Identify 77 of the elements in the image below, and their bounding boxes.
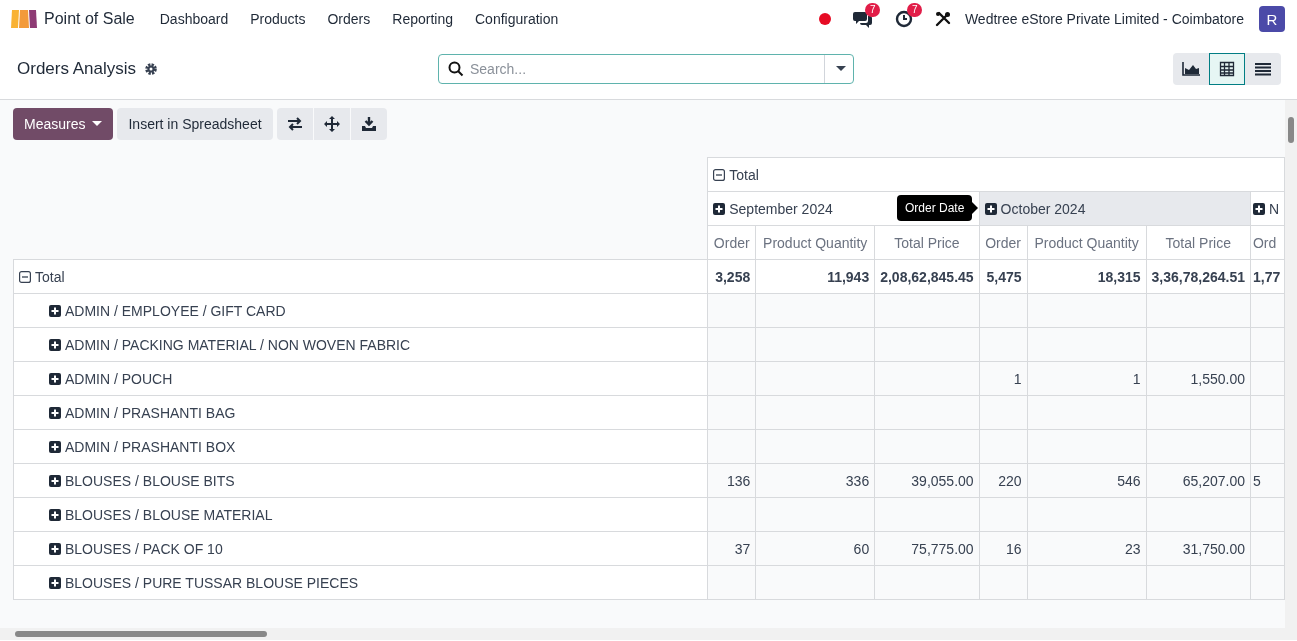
- table-cell: 3,36,78,264.51: [1146, 259, 1251, 294]
- swap-arrows-icon: [286, 117, 303, 131]
- row-header[interactable]: ADMIN / PRASHANTI BAG: [13, 395, 708, 430]
- horizontal-scrollbar[interactable]: [0, 628, 1297, 640]
- menu-item[interactable]: Dashboard: [148, 11, 240, 27]
- list-view-button[interactable]: [1245, 52, 1281, 85]
- measure-header[interactable]: Total Price: [1146, 225, 1251, 260]
- measures-button[interactable]: Measures: [13, 108, 114, 140]
- row-header[interactable]: BLOUSES / BLOUSE BITS: [13, 463, 708, 498]
- row-header[interactable]: ADMIN / PACKING MATERIAL / NON WOVEN FABRIC: [13, 327, 708, 362]
- column-header[interactable]: October 2024: [979, 191, 1251, 226]
- table-cell: 18,315: [1027, 259, 1147, 294]
- user-avatar[interactable]: R: [1259, 6, 1285, 32]
- measure-header[interactable]: Product Quantity: [1027, 225, 1147, 260]
- tooltip: Order Date: [897, 195, 979, 221]
- measure-header[interactable]: Product Quantity: [755, 225, 875, 260]
- table-cell: 75,775.00: [874, 531, 980, 566]
- table-cell: 5,475: [979, 259, 1028, 294]
- table-cell: 1,550.00: [1146, 361, 1251, 396]
- menu-item[interactable]: Orders: [316, 11, 382, 27]
- table-cell: 16: [979, 531, 1028, 566]
- table-cell: 31,750.00: [1146, 531, 1251, 566]
- row-header[interactable]: Total: [13, 259, 708, 294]
- company-name[interactable]: Wedtree eStore Private Limited - Coimbatore: [964, 11, 1244, 27]
- row-header[interactable]: ADMIN / POUCH: [13, 361, 708, 396]
- search-bar[interactable]: Search...: [438, 53, 854, 84]
- flip-axis-button[interactable]: [276, 108, 313, 140]
- table-cell: 39,055.00: [874, 463, 980, 498]
- app-name[interactable]: Point of Sale: [44, 10, 135, 28]
- menu-item[interactable]: Configuration: [464, 11, 570, 27]
- table-cell: 11,943: [755, 259, 875, 294]
- page-title: Orders Analysis: [17, 58, 137, 79]
- notification-badge: 7: [864, 3, 881, 17]
- row-header[interactable]: ADMIN / PRASHANTI BOX: [13, 429, 708, 464]
- table-cell: 220: [979, 463, 1028, 498]
- tools-icon[interactable]: [934, 11, 951, 27]
- list-icon: [1255, 61, 1271, 76]
- table-cell: 2,08,62,845.45: [874, 259, 980, 294]
- download-icon: [361, 117, 376, 131]
- table-cell: 1: [979, 361, 1028, 396]
- row-header[interactable]: BLOUSES / PACK OF 10: [13, 531, 708, 566]
- move-arrows-icon: [323, 116, 340, 132]
- table-cell: 1: [1027, 361, 1147, 396]
- insert-spreadsheet-button[interactable]: Insert in Spreadsheet: [117, 108, 273, 140]
- table-cell: 336: [755, 463, 875, 498]
- settings-icon[interactable]: [144, 61, 159, 76]
- notification-badge: 7: [906, 3, 923, 17]
- row-header[interactable]: BLOUSES / PURE TUSSAR BLOUSE PIECES: [13, 565, 708, 600]
- menu-item[interactable]: Reporting: [381, 11, 464, 27]
- table-cell: 546: [1027, 463, 1147, 498]
- measure-header[interactable]: Order: [979, 225, 1028, 260]
- pivot-view-button[interactable]: [1209, 52, 1245, 85]
- clock-icon[interactable]: [894, 10, 913, 28]
- area-chart-icon: [1182, 61, 1200, 76]
- search-input[interactable]: Search...: [470, 54, 824, 83]
- row-header[interactable]: BLOUSES / BLOUSE MATERIAL: [13, 497, 708, 532]
- graph-view-button[interactable]: [1173, 52, 1209, 85]
- logo-icon: [10, 8, 38, 30]
- measure-header[interactable]: Order: [707, 225, 756, 260]
- column-header[interactable]: Total: [707, 157, 1285, 192]
- caret-icon: [92, 121, 103, 127]
- search-icon: [448, 60, 464, 77]
- table-cell: 136: [707, 463, 756, 498]
- status-dot-icon[interactable]: [818, 13, 831, 25]
- table-grid-icon: [1219, 60, 1235, 77]
- download-button[interactable]: [350, 108, 387, 140]
- table-cell: 60: [755, 531, 875, 566]
- table-cell: 65,207.00: [1146, 463, 1251, 498]
- caret-icon: [835, 65, 846, 72]
- menu-item[interactable]: Products: [239, 11, 317, 27]
- table-cell: 37: [707, 531, 756, 566]
- row-header[interactable]: ADMIN / EMPLOYEE / GIFT CARD: [13, 293, 708, 328]
- expand-all-button[interactable]: [313, 108, 350, 140]
- measure-header[interactable]: Total Price: [874, 225, 980, 260]
- table-cell: 3,258: [707, 259, 756, 294]
- table-cell: 23: [1027, 531, 1147, 566]
- vertical-scrollbar[interactable]: [1285, 100, 1297, 628]
